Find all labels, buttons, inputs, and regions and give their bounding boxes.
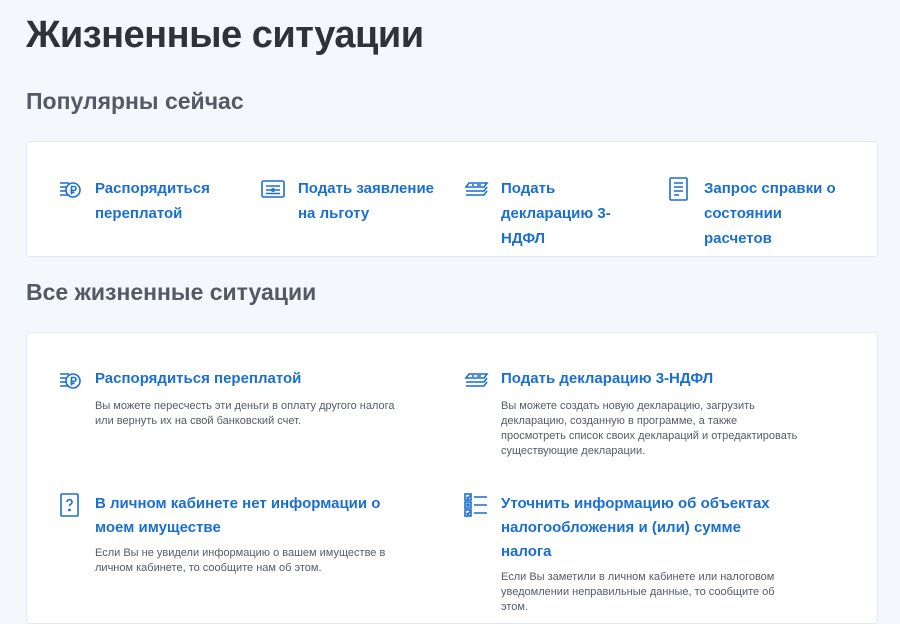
popular-section-title: Популярны сейчас	[26, 88, 244, 114]
situation-description: Если Вы не увидели информацию о вашем им…	[95, 547, 386, 574]
document-stack-icon	[463, 176, 489, 202]
situation-description: Вы можете пересчесть эти деньги в оплату…	[95, 400, 395, 427]
situation-item-declaration[interactable]: Подать декларацию 3-НДФЛ Вы можете созда…	[463, 367, 803, 459]
popular-item-overpayment[interactable]: Распорядиться переплатой	[57, 176, 245, 226]
ruble-coins-icon	[57, 176, 83, 202]
popular-card: Распорядиться переплатой Подать заявлени…	[26, 141, 878, 257]
situation-description: Если Вы заметили в личном кабинете или н…	[501, 571, 775, 613]
page-title: Жизненные ситуации	[26, 14, 424, 56]
situation-description: Вы можете создать новую декларацию, загр…	[501, 400, 798, 457]
checklist-icon	[463, 492, 489, 518]
question-document-icon	[57, 492, 83, 518]
popular-item-label: Подать декларацию 3-НДФЛ	[501, 180, 611, 247]
popular-item-declaration[interactable]: Подать декларацию 3-НДФЛ	[463, 176, 651, 251]
popular-item-label: Подать заявление на льготу	[298, 180, 435, 222]
document-list-icon	[666, 176, 692, 202]
situation-title: Уточнить информацию об объектах налогооб…	[501, 495, 770, 560]
id-card-icon	[260, 176, 286, 202]
popular-item-label: Запрос справки о состоянии расчетов	[704, 180, 836, 247]
popular-item-certificate[interactable]: Запрос справки о состоянии расчетов	[666, 176, 854, 251]
situation-title: В личном кабинете нет информации о моем …	[95, 495, 381, 536]
situation-item-overpayment[interactable]: Распорядиться переплатой Вы можете перес…	[57, 367, 397, 429]
popular-item-label: Распорядиться переплатой	[95, 180, 210, 222]
situation-item-property[interactable]: В личном кабинете нет информации о моем …	[57, 492, 397, 576]
situation-title: Распорядиться переплатой	[95, 370, 302, 387]
all-situations-card: Распорядиться переплатой Вы можете перес…	[26, 332, 878, 624]
all-section-title: Все жизненные ситуации	[26, 279, 317, 305]
document-stack-icon	[463, 367, 489, 393]
ruble-coins-icon	[57, 367, 83, 393]
situation-item-tax-objects[interactable]: Уточнить информацию об объектах налогооб…	[463, 492, 803, 615]
popular-item-benefit[interactable]: Подать заявление на льготу	[260, 176, 448, 226]
situation-title: Подать декларацию 3-НДФЛ	[501, 370, 714, 387]
